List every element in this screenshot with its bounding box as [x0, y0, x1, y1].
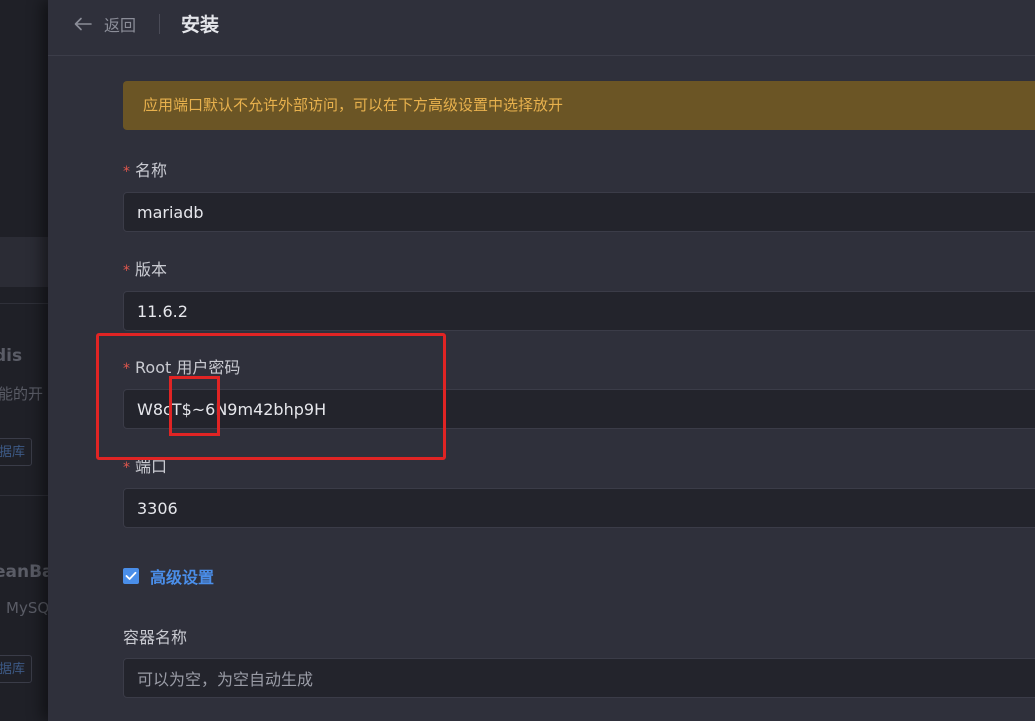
- port-input-value: 3306: [137, 498, 178, 518]
- back-label: 返回: [104, 16, 137, 35]
- version-select[interactable]: 11.6.2: [123, 291, 1035, 331]
- required-mark: *: [123, 460, 130, 476]
- name-label: * 名称: [123, 157, 167, 181]
- port-label-text: 端口: [135, 457, 168, 476]
- drawer-header: 返回 安装: [48, 0, 1035, 56]
- background-page: dis 能的开 据库 eanBa MySQ 据库: [0, 0, 50, 721]
- root-password-value: W8cT$~6N9m42bhp9H: [137, 399, 327, 419]
- background-app-title: eanBa: [0, 562, 50, 582]
- name-label-text: 名称: [135, 161, 168, 180]
- root-password-label-text: Root 用户密码: [135, 358, 241, 377]
- port-label: * 端口: [123, 453, 167, 477]
- background-app-desc: MySQ: [6, 599, 50, 617]
- warning-alert: 应用端口默认不允许外部访问，可以在下方高级设置中选择放开: [123, 81, 1035, 130]
- root-password-input[interactable]: W8cT$~6N9m42bhp9H: [123, 389, 1035, 429]
- background-divider: [0, 495, 50, 496]
- container-name-label: 容器名称: [123, 628, 188, 647]
- version-select-value: 11.6.2: [137, 301, 188, 321]
- advanced-settings-label: 高级设置: [150, 568, 215, 587]
- background-divider: [0, 303, 50, 304]
- background-app-title: dis: [0, 346, 23, 366]
- checkbox-checked-icon[interactable]: [123, 568, 139, 584]
- container-name-placeholder: 可以为空，为空自动生成: [137, 670, 314, 689]
- port-input[interactable]: 3306: [123, 488, 1035, 528]
- background-app-desc: 能的开: [0, 385, 44, 403]
- install-drawer: 返回 安装 应用端口默认不允许外部访问，可以在下方高级设置中选择放开 * 名称 m…: [48, 0, 1035, 721]
- version-label: * 版本: [123, 256, 167, 280]
- required-mark: *: [123, 164, 130, 180]
- background-app-tag: 据库: [0, 438, 32, 466]
- name-input-value: mariadb: [137, 202, 204, 222]
- name-input[interactable]: mariadb: [123, 192, 1035, 232]
- arrow-left-icon: [74, 17, 92, 31]
- header-separator: [159, 14, 160, 34]
- background-selected-row: [0, 237, 50, 287]
- version-label-text: 版本: [135, 260, 168, 279]
- required-mark: *: [123, 361, 130, 377]
- required-mark: *: [123, 263, 130, 279]
- background-app-tag: 据库: [0, 655, 32, 683]
- container-name-input[interactable]: 可以为空，为空自动生成: [123, 658, 1035, 698]
- screen: dis 能的开 据库 eanBa MySQ 据库 返回 安装 应用端口默认不允许…: [0, 0, 1035, 721]
- root-password-label: * Root 用户密码: [123, 354, 240, 378]
- checkmark-icon: [125, 571, 137, 580]
- advanced-settings-checkbox[interactable]: 高级设置: [123, 564, 214, 588]
- page-title: 安装: [181, 14, 220, 36]
- back-button[interactable]: 返回: [74, 12, 136, 36]
